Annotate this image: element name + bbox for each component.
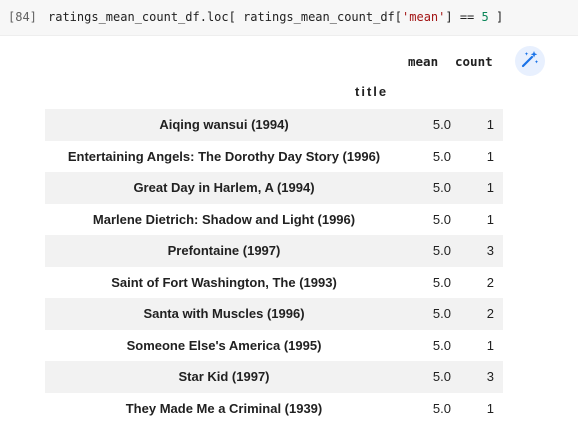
table-row: Great Day in Harlem, A (1994) 5.0 1	[45, 172, 503, 204]
row-count: 2	[486, 274, 494, 290]
code-cell[interactable]: [84] ratings_mean_count_df.loc[ ratings_…	[0, 0, 578, 36]
table-row: Aiqing wansui (1994) 5.0 1	[45, 109, 503, 141]
table-row: Prefontaine (1997) 5.0 3	[45, 235, 503, 267]
code-line[interactable]: ratings_mean_count_df.loc[ ratings_mean_…	[48, 10, 503, 24]
column-header-count: count	[455, 54, 493, 69]
row-title: Someone Else's America (1995)	[126, 337, 322, 353]
row-count: 1	[486, 337, 494, 353]
row-count: 1	[486, 180, 494, 195]
code-string: 'mean'	[402, 10, 446, 24]
row-count: 1	[486, 148, 494, 164]
execution-count: [84]	[8, 10, 37, 24]
table-row: Entertaining Angels: The Dorothy Day Sto…	[45, 141, 503, 173]
row-mean: 5.0	[432, 400, 451, 416]
magic-suggest-button[interactable]	[515, 46, 545, 76]
row-mean: 5.0	[432, 337, 451, 353]
code-number: 5	[481, 10, 489, 24]
row-title: Marlene Dietrich: Shadow and Light (1996…	[92, 211, 356, 227]
code-suffix: ]	[488, 10, 504, 24]
row-count: 1	[486, 117, 494, 132]
table-row: They Made Me a Criminal (1939) 5.0 1	[45, 393, 503, 425]
table-row: Saint of Fort Washington, The (1993) 5.0 2	[45, 267, 503, 299]
table-row: Star Kid (1997) 5.0 3	[45, 361, 503, 393]
row-count: 1	[486, 400, 494, 416]
cell-output: mean count title Aiqing wansui (1994) 5.0…	[0, 36, 578, 446]
row-count: 3	[486, 243, 494, 258]
row-title: Great Day in Harlem, A (1994)	[133, 180, 315, 195]
row-title: Aiqing wansui (1994)	[159, 117, 289, 132]
row-mean: 5.0	[432, 180, 451, 195]
table-row: Marlene Dietrich: Shadow and Light (1996…	[45, 204, 503, 236]
code-mid: ] ==	[445, 10, 482, 24]
row-mean: 5.0	[432, 148, 451, 164]
row-title: Entertaining Angels: The Dorothy Day Sto…	[67, 148, 381, 164]
row-mean: 5.0	[432, 306, 451, 321]
row-title: Santa with Muscles (1996)	[143, 306, 305, 321]
row-count: 2	[486, 306, 494, 321]
row-mean: 5.0	[432, 117, 451, 132]
row-title: Star Kid (1997)	[178, 369, 270, 384]
row-count: 3	[486, 369, 494, 384]
table-row: Santa with Muscles (1996) 5.0 2	[45, 298, 503, 330]
column-header-mean: mean	[408, 54, 439, 69]
index-name-title: title	[355, 84, 389, 99]
table-row: Someone Else's America (1995) 5.0 1	[45, 330, 503, 362]
row-title: Saint of Fort Washington, The (1993)	[111, 274, 337, 290]
code-prefix: ratings_mean_count_df.loc[ ratings_mean_…	[48, 10, 403, 24]
magic-wand-sparkle-icon	[520, 49, 540, 74]
row-mean: 5.0	[432, 274, 451, 290]
row-mean: 5.0	[432, 211, 451, 227]
dataframe-table: Aiqing wansui (1994) 5.0 1 Entertaining Ang…	[45, 109, 503, 424]
row-mean: 5.0	[432, 369, 451, 384]
row-title: They Made Me a Criminal (1939)	[125, 400, 323, 416]
row-mean: 5.0	[432, 243, 451, 258]
row-count: 1	[486, 211, 494, 227]
row-title: Prefontaine (1997)	[167, 243, 281, 258]
